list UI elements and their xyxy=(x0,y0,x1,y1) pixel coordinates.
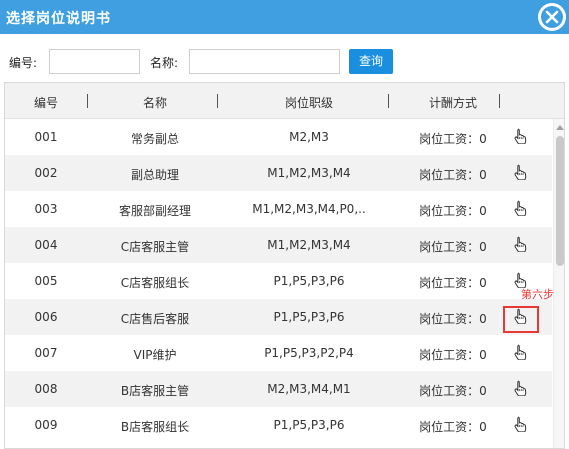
cell-grade: M1,M2,M3,M4 xyxy=(267,238,351,252)
hand-pointer-icon[interactable] xyxy=(513,164,527,183)
table-row[interactable]: 007 VIP维护 P1,P5,P3,P2,P4 岗位工资：0 xyxy=(5,335,552,371)
table-row[interactable]: 004 C店客服主管 M1,M2,M3,M4 岗位工资：0 xyxy=(5,227,552,263)
hand-pointer-icon[interactable] xyxy=(513,344,527,363)
table-row[interactable]: 002 副总助理 M1,M2,M3,M4 岗位工资：0 xyxy=(5,155,552,191)
cell-name: VIP维护 xyxy=(133,348,177,362)
cell-name: 副总助理 xyxy=(130,168,179,182)
cell-pay: 岗位工资：0 xyxy=(419,276,487,290)
header-grade: 岗位职级 xyxy=(284,96,333,110)
cell-name: 客服部副经理 xyxy=(118,204,191,218)
scroll-thumb[interactable] xyxy=(556,136,564,266)
cell-pay: 岗位工资：0 xyxy=(419,168,487,182)
hand-pointer-icon[interactable] xyxy=(513,416,527,435)
cell-pay: 岗位工资：0 xyxy=(419,132,487,146)
close-icon[interactable] xyxy=(538,3,566,31)
dialog-titlebar: 选择岗位说明书 xyxy=(0,0,569,34)
scroll-up-arrow[interactable] xyxy=(556,125,564,130)
cell-grade: M1,M2,M3,M4,P0,.. xyxy=(252,202,366,216)
cell-name: 常务副总 xyxy=(130,132,179,146)
cell-code: 002 xyxy=(34,166,58,180)
hand-pointer-icon[interactable] xyxy=(513,128,527,147)
hand-pointer-icon[interactable] xyxy=(513,380,527,399)
cell-code: 005 xyxy=(34,274,58,288)
cell-grade: P1,P5,P3,P2,P4 xyxy=(264,346,354,360)
cell-grade: P1,P5,P3,P6 xyxy=(273,418,345,432)
table-row[interactable]: 008 B店客服主管 M2,M3,M4,M1 岗位工资：0 xyxy=(5,371,552,407)
search-button[interactable]: 查询 xyxy=(349,49,393,74)
cell-pay: 岗位工资：0 xyxy=(419,420,487,434)
cell-code: 003 xyxy=(34,202,58,216)
table-row[interactable]: 003 客服部副经理 M1,M2,M3,M4,P0,.. 岗位工资：0 xyxy=(5,191,552,227)
cell-name: B店客服主管 xyxy=(120,384,190,398)
table-header: 编号 名称 岗位职级 计酬方式 xyxy=(5,83,564,119)
annotation-highlight-box xyxy=(503,306,539,333)
header-name: 名称 xyxy=(142,96,167,110)
name-label: 名称: xyxy=(150,56,179,70)
table-row[interactable]: 005 C店客服组长 P1,P5,P3,P6 岗位工资：0 xyxy=(5,263,552,299)
header-pay: 计酬方式 xyxy=(428,96,477,110)
position-table: 编号 名称 岗位职级 计酬方式 001 常务副总 M2,M3 岗位工资：0 002 副总助… xyxy=(4,82,565,449)
cell-name: C店客服组长 xyxy=(120,276,190,290)
annotation-label: 第六步 xyxy=(521,288,554,301)
code-label: 编号: xyxy=(9,56,38,70)
cell-name: C店售后客服 xyxy=(120,312,190,326)
hand-pointer-icon[interactable] xyxy=(513,236,527,255)
cell-pay: 岗位工资：0 xyxy=(419,348,487,362)
name-input[interactable] xyxy=(189,49,340,74)
cell-name: C店客服主管 xyxy=(120,240,190,254)
cell-code: 009 xyxy=(34,418,58,432)
cell-code: 008 xyxy=(34,382,58,396)
cell-grade: M1,M2,M3,M4 xyxy=(267,166,351,180)
search-bar: 编号: 名称: 查询 xyxy=(0,34,569,80)
table-row[interactable]: 006 C店售后客服 P1,P5,P3,P6 岗位工资：0 xyxy=(5,299,552,335)
code-input[interactable] xyxy=(49,49,140,74)
cell-name: B店客服组长 xyxy=(120,420,190,434)
vertical-scrollbar[interactable] xyxy=(553,119,564,448)
cell-grade: M2,M3,M4,M1 xyxy=(267,382,351,396)
table-row[interactable]: 001 常务副总 M2,M3 岗位工资：0 xyxy=(5,119,552,155)
cell-code: 001 xyxy=(34,130,58,144)
cell-pay: 岗位工资：0 xyxy=(419,240,487,254)
cell-code: 007 xyxy=(34,346,58,360)
cell-pay: 岗位工资：0 xyxy=(419,204,487,218)
header-code: 编号 xyxy=(33,96,58,110)
cell-grade: P1,P5,P3,P6 xyxy=(273,274,345,288)
hand-pointer-icon[interactable] xyxy=(513,200,527,219)
cell-code: 006 xyxy=(34,310,58,324)
cell-grade: P1,P5,P3,P6 xyxy=(273,310,345,324)
cell-pay: 岗位工资：0 xyxy=(419,312,487,326)
dialog-title: 选择岗位说明书 xyxy=(6,11,111,27)
table-row[interactable]: 009 B店客服组长 P1,P5,P3,P6 岗位工资：0 xyxy=(5,407,552,443)
cell-code: 004 xyxy=(34,238,58,252)
cell-pay: 岗位工资：0 xyxy=(419,384,487,398)
cell-grade: M2,M3 xyxy=(289,130,329,144)
